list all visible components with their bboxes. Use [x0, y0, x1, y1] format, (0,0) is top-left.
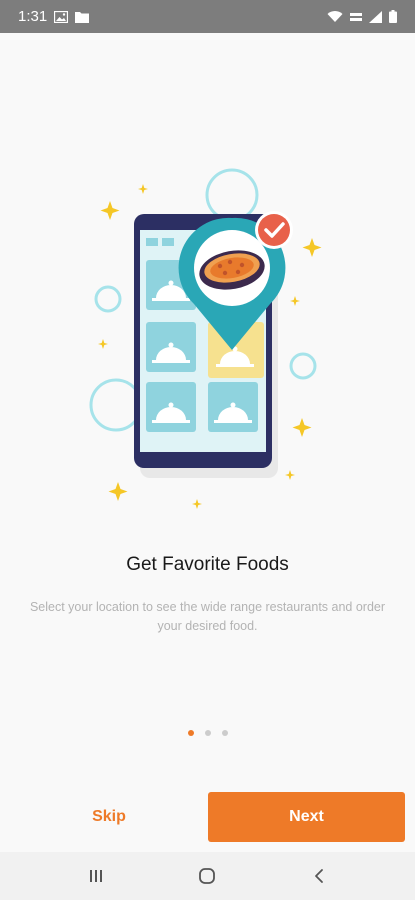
recent-apps-icon[interactable] [76, 856, 116, 896]
back-icon[interactable] [299, 856, 339, 896]
signal-icon [369, 10, 382, 23]
image-icon [54, 10, 69, 23]
next-button[interactable]: Next [208, 792, 405, 842]
home-icon[interactable] [187, 856, 227, 896]
status-time: 1:31 [18, 8, 48, 25]
onboarding-description: Select your location to see the wide ran… [29, 600, 386, 633]
page-dot [221, 730, 228, 736]
skip-button[interactable]: Skip [32, 792, 186, 842]
page-indicator [0, 730, 415, 736]
onboarding-title: Get Favorite Foods [126, 554, 289, 575]
status-bar: 1:31 [0, 0, 415, 33]
page-dot-active [187, 730, 194, 736]
onboarding-illustration [89, 168, 322, 509]
navigation-bar [0, 852, 415, 900]
page-dot [204, 730, 211, 736]
volte-icon [350, 11, 362, 23]
folder-icon [75, 11, 90, 23]
wifi-icon [327, 10, 343, 23]
battery-icon [389, 10, 397, 23]
